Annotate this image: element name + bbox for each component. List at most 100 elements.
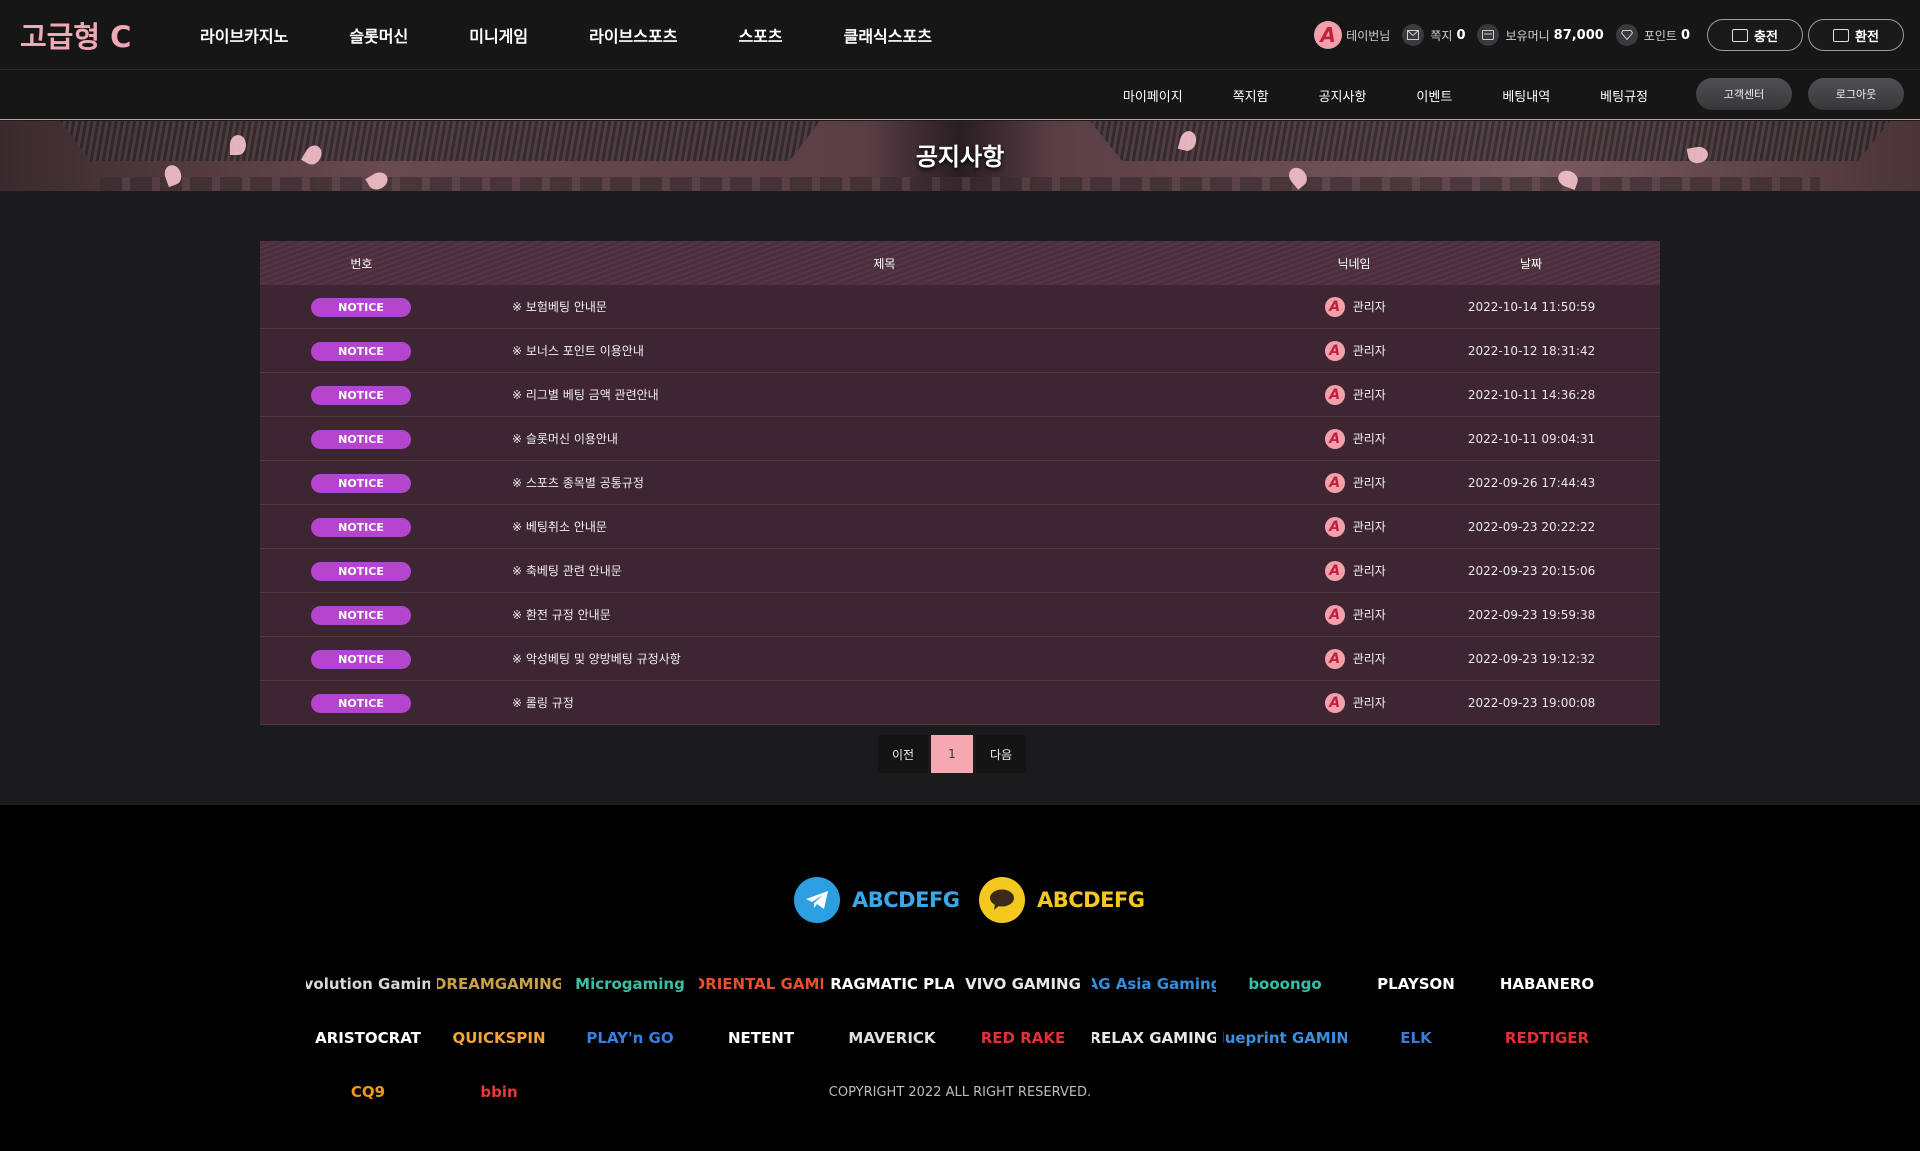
page-number-button[interactable]: 1 bbox=[931, 735, 973, 773]
table-body: NOTICE ※ 보험베팅 안내문 A 관리자 2022-10-14 11:50… bbox=[260, 285, 1660, 725]
table-row[interactable]: NOTICE ※ 베팅취소 안내문 A 관리자 2022-09-23 20:22… bbox=[260, 505, 1660, 549]
row-nickname-cell: A 관리자 bbox=[1307, 428, 1403, 449]
sub-nav-notice[interactable]: 공지사항 bbox=[1319, 86, 1367, 105]
provider-logo: ORIENTAL GAME bbox=[699, 975, 823, 993]
row-number-cell: NOTICE bbox=[260, 384, 462, 405]
wallet-icon bbox=[1477, 24, 1500, 46]
row-number-cell: NOTICE bbox=[260, 340, 462, 361]
row-date: 2022-10-11 09:04:31 bbox=[1467, 431, 1596, 446]
table-row[interactable]: NOTICE ※ 축베팅 관련 안내문 A 관리자 2022-09-23 20:… bbox=[260, 549, 1660, 593]
nav-sports[interactable]: 스포츠 bbox=[738, 23, 782, 47]
table-row[interactable]: NOTICE ※ 악성베팅 및 양방베팅 규정사항 A 관리자 2022-09-… bbox=[260, 637, 1660, 681]
message-count[interactable]: 0 bbox=[1456, 28, 1465, 43]
notice-badge: NOTICE bbox=[310, 562, 411, 581]
header-number: 번호 bbox=[350, 256, 373, 271]
notice-board: 번호 제목 닉네임 날짜 NOTICE ※ 보험베팅 안내문 A 관리자 202… bbox=[260, 241, 1660, 725]
table-row[interactable]: NOTICE ※ 스포츠 종목별 공통규정 A 관리자 2022-09-26 1… bbox=[260, 461, 1660, 505]
row-number-cell: NOTICE bbox=[260, 516, 462, 537]
kakao-id: ABCDEFG bbox=[1037, 888, 1145, 912]
row-title[interactable]: ※ 리그별 베팅 금액 관련안내 bbox=[462, 386, 1307, 403]
provider-logo: RED RAKE bbox=[980, 1029, 1066, 1047]
site-logo[interactable]: 고급형 C bbox=[20, 14, 131, 56]
admin-avatar-icon: A bbox=[1324, 692, 1345, 713]
provider-logo: AG Asia Gaming bbox=[1092, 975, 1216, 993]
deposit-label: 충전 bbox=[1754, 29, 1778, 45]
telegram-contact[interactable]: ABCDEFG bbox=[794, 877, 979, 923]
sub-nav-event[interactable]: 이벤트 bbox=[1416, 86, 1452, 105]
sub-nav-mypage[interactable]: 마이페이지 bbox=[1123, 86, 1183, 105]
message-icon[interactable] bbox=[1402, 24, 1425, 46]
row-title[interactable]: ※ 보험베팅 안내문 bbox=[462, 298, 1307, 315]
provider-logo: MAVERICK bbox=[848, 1029, 936, 1047]
nav-live-sports[interactable]: 라이브스포츠 bbox=[589, 23, 677, 47]
provider-logo: PLAY'n GO bbox=[586, 1029, 674, 1047]
admin-avatar-icon: A bbox=[1324, 560, 1345, 581]
next-page-button[interactable]: 다음 bbox=[976, 735, 1026, 773]
kakaotalk-icon bbox=[979, 877, 1025, 923]
row-nickname: 관리자 bbox=[1352, 432, 1386, 446]
sub-nav: 마이페이지 쪽지함 공지사항 이벤트 베팅내역 베팅규정 bbox=[1073, 70, 1648, 120]
row-date: 2022-09-23 19:00:08 bbox=[1467, 695, 1596, 710]
row-nickname-cell: A 관리자 bbox=[1307, 384, 1403, 405]
table-row[interactable]: NOTICE ※ 롤링 규정 A 관리자 2022-09-23 19:00:08 bbox=[260, 681, 1660, 725]
table-row[interactable]: NOTICE ※ 슬롯머신 이용안내 A 관리자 2022-10-11 09:0… bbox=[260, 417, 1660, 461]
row-title[interactable]: ※ 베팅취소 안내문 bbox=[462, 518, 1307, 535]
row-title[interactable]: ※ 악성베팅 및 양방베팅 규정사항 bbox=[462, 650, 1307, 667]
row-nickname-cell: A 관리자 bbox=[1307, 516, 1403, 537]
point-value: 0 bbox=[1680, 27, 1690, 43]
row-title[interactable]: ※ 축베팅 관련 안내문 bbox=[462, 562, 1307, 579]
admin-avatar-icon: A bbox=[1324, 296, 1345, 317]
notice-badge: NOTICE bbox=[310, 298, 411, 317]
row-nickname-cell: A 관리자 bbox=[1307, 648, 1403, 669]
row-date: 2022-10-11 14:36:28 bbox=[1467, 387, 1596, 402]
row-number-cell: NOTICE bbox=[260, 428, 462, 449]
table-row[interactable]: NOTICE ※ 보험베팅 안내문 A 관리자 2022-10-14 11:50… bbox=[260, 285, 1660, 329]
row-date: 2022-09-23 20:22:22 bbox=[1467, 519, 1596, 534]
row-date: 2022-09-23 19:12:32 bbox=[1467, 651, 1596, 666]
message-label[interactable]: 쪽지 bbox=[1430, 27, 1452, 44]
sub-buttons: 고객센터 로그아웃 bbox=[1680, 78, 1904, 110]
row-date: 2022-09-23 20:15:06 bbox=[1467, 563, 1596, 578]
row-date: 2022-09-23 19:59:38 bbox=[1467, 607, 1596, 622]
row-title[interactable]: ※ 환전 규정 안내문 bbox=[462, 606, 1307, 623]
row-title[interactable]: ※ 스포츠 종목별 공통규정 bbox=[462, 474, 1307, 491]
deposit-button[interactable]: 충전 bbox=[1707, 19, 1803, 51]
diamond-icon bbox=[1615, 24, 1638, 46]
provider-logo: booongo bbox=[1248, 975, 1322, 993]
sub-nav-betting-history[interactable]: 베팅내역 bbox=[1502, 86, 1550, 105]
row-date: 2022-10-12 18:31:42 bbox=[1467, 343, 1596, 358]
provider-logo: Microgaming bbox=[575, 975, 685, 993]
row-date: 2022-09-26 17:44:43 bbox=[1467, 475, 1596, 490]
provider-logo: PLAYSON bbox=[1377, 975, 1455, 993]
kakao-contact[interactable]: ABCDEFG bbox=[979, 877, 1164, 923]
provider-logo: blueprint GAMING bbox=[1223, 1029, 1347, 1047]
provider-logo: Evolution Gaming bbox=[306, 975, 430, 993]
provider-logo: NETENT bbox=[727, 1029, 795, 1047]
withdraw-button[interactable]: 환전 bbox=[1808, 19, 1904, 51]
sub-nav-messages[interactable]: 쪽지함 bbox=[1233, 86, 1269, 105]
sub-header: 마이페이지 쪽지함 공지사항 이벤트 베팅내역 베팅규정 고객센터 로그아웃 bbox=[0, 70, 1920, 120]
notice-badge: NOTICE bbox=[310, 430, 411, 449]
support-button[interactable]: 고객센터 bbox=[1696, 78, 1792, 110]
nav-mini-game[interactable]: 미니게임 bbox=[469, 23, 528, 47]
nav-slot-machine[interactable]: 슬롯머신 bbox=[349, 23, 408, 47]
telegram-id: ABCDEFG bbox=[852, 888, 960, 912]
row-title[interactable]: ※ 슬롯머신 이용안내 bbox=[462, 430, 1307, 447]
provider-logo: ARISTOCRAT bbox=[315, 1029, 421, 1047]
admin-avatar-icon: A bbox=[1324, 428, 1345, 449]
table-row[interactable]: NOTICE ※ 환전 규정 안내문 A 관리자 2022-09-23 19:5… bbox=[260, 593, 1660, 637]
prev-page-button[interactable]: 이전 bbox=[878, 735, 928, 773]
row-title[interactable]: ※ 롤링 규정 bbox=[462, 694, 1307, 711]
sub-nav-betting-rules[interactable]: 베팅규정 bbox=[1600, 86, 1648, 105]
nav-live-casino[interactable]: 라이브카지노 bbox=[200, 23, 288, 47]
row-title[interactable]: ※ 보너스 포인트 이용안내 bbox=[462, 342, 1307, 359]
logout-button[interactable]: 로그아웃 bbox=[1808, 78, 1904, 110]
row-nickname: 관리자 bbox=[1352, 652, 1386, 666]
row-nickname: 관리자 bbox=[1352, 608, 1386, 622]
user-avatar: A bbox=[1314, 21, 1343, 49]
row-date: 2022-10-14 11:50:59 bbox=[1467, 299, 1596, 314]
table-row[interactable]: NOTICE ※ 보너스 포인트 이용안내 A 관리자 2022-10-12 1… bbox=[260, 329, 1660, 373]
table-row[interactable]: NOTICE ※ 리그별 베팅 금액 관련안내 A 관리자 2022-10-11… bbox=[260, 373, 1660, 417]
nav-classic-sports[interactable]: 클래식스포츠 bbox=[844, 23, 932, 47]
row-nickname: 관리자 bbox=[1352, 476, 1386, 490]
